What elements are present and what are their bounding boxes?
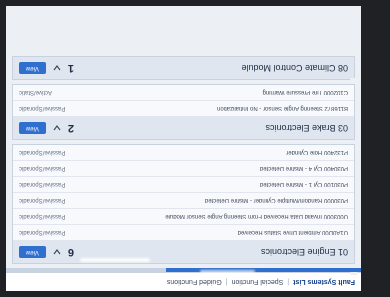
fault-status: Passive/Sporadic — [19, 165, 66, 172]
chevron-down-icon[interactable] — [52, 247, 62, 257]
tablet-screen: Fault Systems List | Special Function | … — [6, 6, 361, 291]
module-card: 08 Climate Control Module 1 View — [12, 56, 355, 80]
fault-status: Passive/Sporadic — [19, 229, 66, 236]
fault-row[interactable]: P030400 Cyl 4 - Misfire Detected Passive/… — [13, 161, 354, 177]
screen-glare — [200, 270, 255, 273]
module-title: 01 Engine Electronics — [260, 247, 348, 257]
module-card: 03 Brake Electronics 2 View B116872 Stee… — [12, 84, 355, 140]
module-title: 08 Climate Control Module — [241, 63, 348, 73]
fault-status: Active/Static — [19, 89, 53, 96]
fault-description: U003000 Invalid Data Received From Steer… — [165, 213, 348, 220]
fault-status: Passive/Sporadic — [19, 105, 66, 112]
module-card: 01 Engine Electronics 6 View U1A0D00 Amb… — [12, 144, 355, 264]
fault-row[interactable]: P030000 Random/Multiple Cylinder - Misfi… — [13, 193, 354, 209]
fault-row[interactable]: U003000 Invalid Data Received From Steer… — [13, 209, 354, 225]
fault-description: B116872 Steering Angle Sensor - No Initi… — [217, 105, 348, 112]
module-header-right: 2 View — [19, 122, 74, 134]
view-button[interactable]: View — [19, 246, 46, 258]
chevron-down-icon[interactable] — [52, 123, 62, 133]
fault-row[interactable]: P030100 Cyl 1 - Misfire Detected Passive/… — [13, 177, 354, 193]
tab-bar: Fault Systems List | Special Function | … — [6, 272, 361, 291]
tab-separator: | — [287, 278, 290, 286]
fault-count: 6 — [67, 246, 75, 258]
module-header[interactable]: 03 Brake Electronics 2 View — [13, 117, 354, 139]
fault-description: C102000 Tire Pressure Warning — [262, 89, 349, 96]
fault-count: 2 — [67, 122, 75, 134]
view-button[interactable]: View — [19, 122, 46, 134]
fault-status: Passive/Sporadic — [19, 181, 66, 188]
fault-description: P030100 Cyl 1 - Misfire Detected — [259, 181, 348, 188]
module-header-right: 6 View — [19, 246, 74, 258]
tab-special-function[interactable]: Special Function — [232, 279, 284, 286]
view-button[interactable]: View — [19, 62, 46, 74]
tab-separator: | — [225, 278, 228, 286]
module-header[interactable]: 01 Engine Electronics 6 View — [13, 241, 354, 263]
bezel-light — [350, 272, 358, 275]
fault-description: P030000 Random/Multiple Cylinder - Misfi… — [204, 197, 348, 204]
fault-description: P132400 Hole Cylinder — [286, 149, 348, 156]
fault-status: Passive/Sporadic — [19, 149, 66, 156]
tab-guided-functions[interactable]: Guided Functions — [167, 279, 222, 286]
fault-status: Passive/Sporadic — [19, 213, 66, 220]
fault-row[interactable]: B116872 Steering Angle Sensor - No Initi… — [13, 101, 354, 117]
tab-fault-systems-list[interactable]: Fault Systems List — [293, 279, 355, 286]
fault-row[interactable]: C102000 Tire Pressure Warning Active/Stat… — [13, 85, 354, 101]
module-title: 03 Brake Electronics — [265, 123, 348, 133]
scan-progress-bar — [6, 268, 361, 272]
scan-progress-fill — [165, 268, 361, 272]
screen-glare — [80, 258, 150, 262]
module-header[interactable]: 08 Climate Control Module 1 View — [13, 57, 354, 79]
bezel-light — [350, 78, 358, 81]
fault-row[interactable]: U1A0D00 Ambient Drive Status Received Pas… — [13, 225, 354, 241]
fault-description: U1A0D00 Ambient Drive Status Received — [237, 229, 348, 236]
module-header-right: 1 View — [19, 62, 74, 74]
fault-row[interactable]: P132400 Hole Cylinder Passive/Sporadic — [13, 145, 354, 161]
fault-status: Passive/Sporadic — [19, 197, 66, 204]
fault-description: P030400 Cyl 4 - Misfire Detected — [259, 165, 348, 172]
fault-count: 1 — [67, 62, 75, 74]
chevron-down-icon[interactable] — [52, 63, 62, 73]
